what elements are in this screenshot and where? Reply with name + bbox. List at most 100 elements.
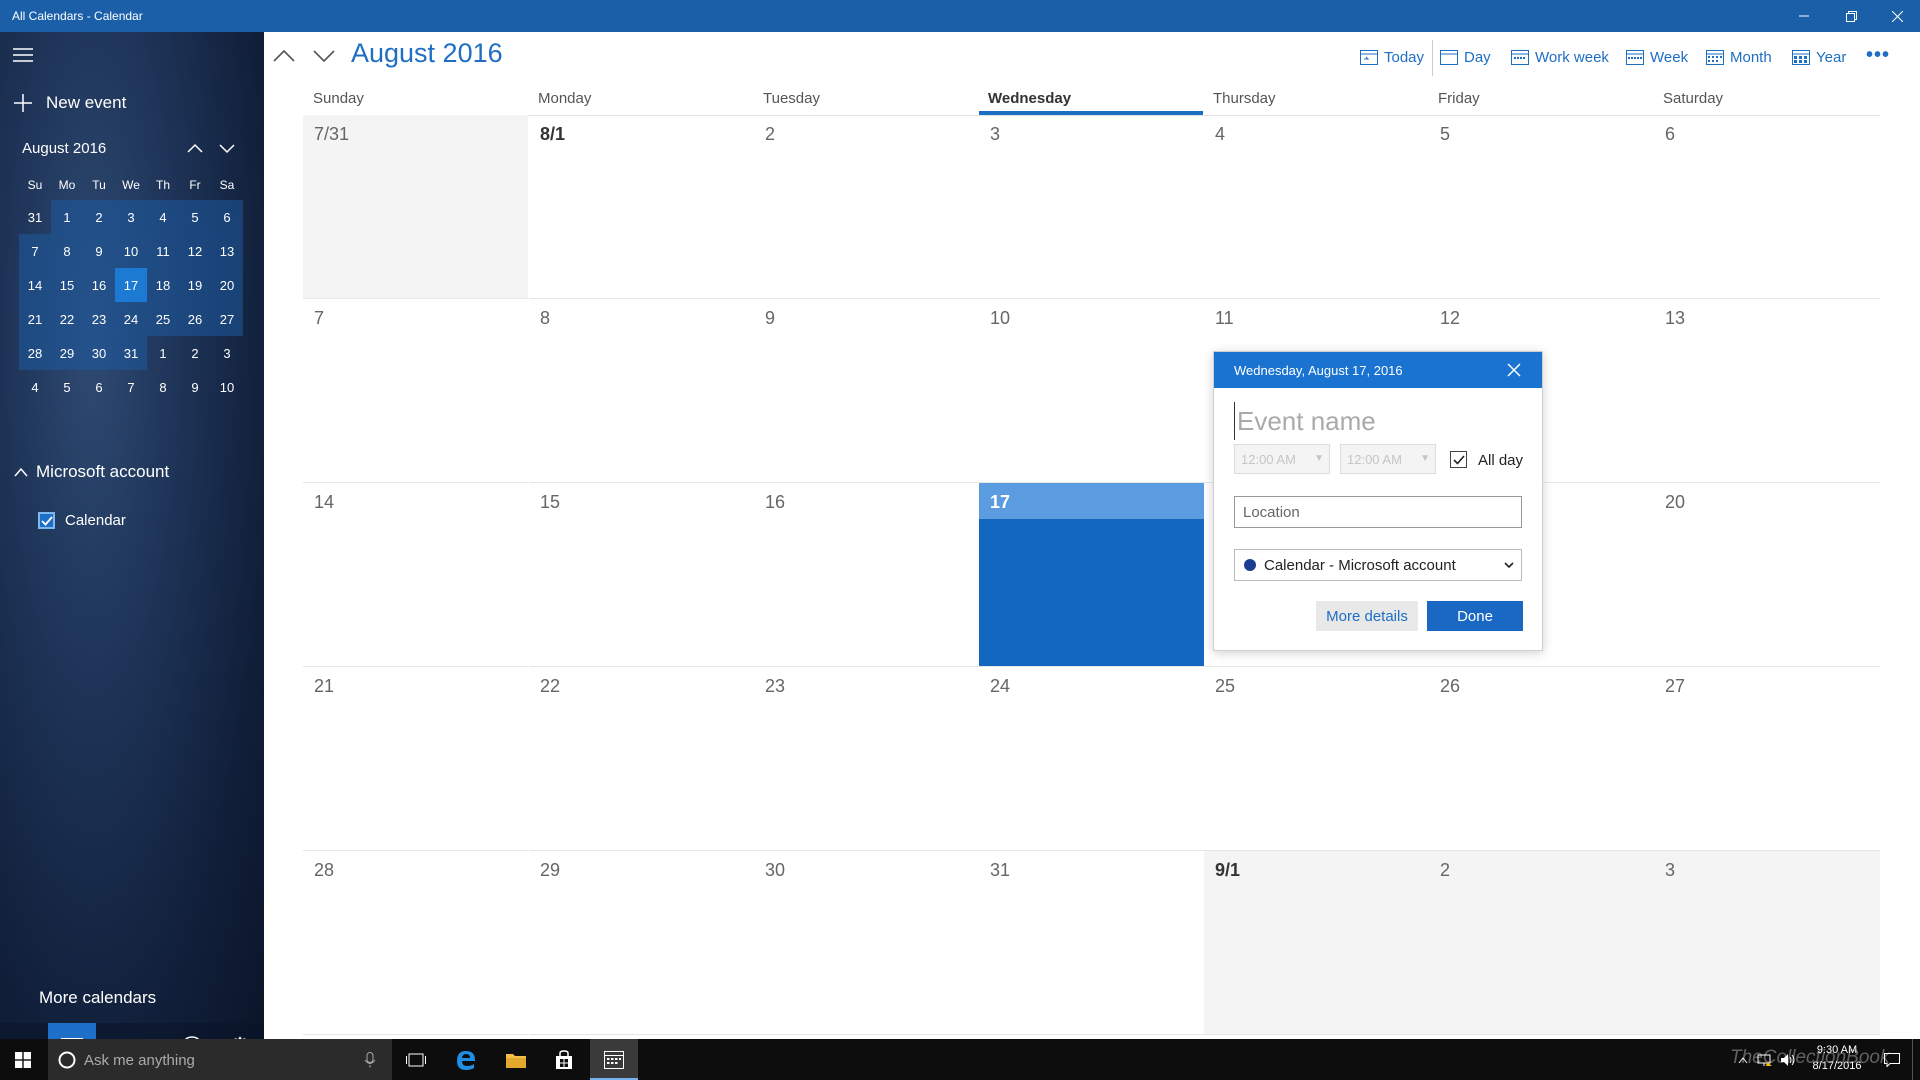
- mini-calendar-day[interactable]: 10: [211, 370, 243, 404]
- mini-calendar-day[interactable]: 2: [83, 200, 115, 234]
- month-day-cell[interactable]: 20: [1654, 483, 1880, 667]
- mini-calendar-day[interactable]: 12: [179, 234, 211, 268]
- more-options-icon[interactable]: •••: [1866, 44, 1890, 67]
- done-button[interactable]: Done: [1427, 601, 1523, 631]
- month-day-cell[interactable]: 2: [1429, 851, 1654, 1035]
- mini-calendar-day[interactable]: 14: [19, 268, 51, 302]
- month-day-cell[interactable]: 7: [303, 299, 528, 483]
- month-day-cell[interactable]: 8: [529, 299, 754, 483]
- mini-calendar-day[interactable]: 5: [179, 200, 211, 234]
- mini-calendar-day[interactable]: 3: [211, 336, 243, 370]
- month-day-cell[interactable]: 5: [1429, 115, 1654, 299]
- action-center-button[interactable]: [1876, 1039, 1908, 1080]
- mini-calendar-day[interactable]: 1: [51, 200, 83, 234]
- mini-calendar-month-label[interactable]: August 2016: [22, 140, 106, 157]
- mini-calendar-day[interactable]: 3: [115, 200, 147, 234]
- mini-calendar-day[interactable]: 17: [115, 268, 147, 302]
- mini-calendar-day[interactable]: 16: [83, 268, 115, 302]
- calendar-list-item[interactable]: Calendar: [38, 512, 126, 529]
- mini-calendar-day[interactable]: 1: [147, 336, 179, 370]
- more-calendars-link[interactable]: More calendars: [39, 988, 156, 1008]
- month-day-cell[interactable]: 31: [979, 851, 1204, 1035]
- mini-calendar-day[interactable]: 21: [19, 302, 51, 336]
- volume-button[interactable]: [1778, 1039, 1798, 1080]
- month-day-cell[interactable]: 23: [754, 667, 979, 851]
- month-day-cell-today[interactable]: 17: [979, 483, 1204, 667]
- mini-calendar-day[interactable]: 5: [51, 370, 83, 404]
- month-day-cell[interactable]: 15: [529, 483, 754, 667]
- store-button[interactable]: [540, 1039, 588, 1080]
- mini-calendar-day[interactable]: 8: [147, 370, 179, 404]
- month-day-cell[interactable]: 27: [1654, 667, 1880, 851]
- week-view-button[interactable]: Week: [1626, 46, 1688, 68]
- month-day-cell[interactable]: 13: [1654, 299, 1880, 483]
- mini-calendar-day[interactable]: 9: [83, 234, 115, 268]
- cortana-search-box[interactable]: Ask me anything: [48, 1039, 392, 1080]
- show-hidden-icons-button[interactable]: [1736, 1039, 1750, 1080]
- month-day-cell[interactable]: 9: [754, 299, 979, 483]
- month-day-cell[interactable]: 14: [303, 483, 528, 667]
- mini-calendar-day[interactable]: 7: [115, 370, 147, 404]
- month-day-cell[interactable]: 8/1: [529, 115, 754, 299]
- mini-calendar-day[interactable]: 9: [179, 370, 211, 404]
- task-view-button[interactable]: [392, 1039, 440, 1080]
- edge-browser-button[interactable]: [442, 1039, 490, 1080]
- mini-calendar-day[interactable]: 8: [51, 234, 83, 268]
- more-details-button[interactable]: More details: [1316, 601, 1418, 631]
- mini-calendar-day[interactable]: 15: [51, 268, 83, 302]
- mini-calendar-day[interactable]: 31: [19, 200, 51, 234]
- mini-calendar-day[interactable]: 26: [179, 302, 211, 336]
- minimize-button[interactable]: [1781, 0, 1827, 32]
- month-day-cell[interactable]: 6: [1654, 115, 1880, 299]
- work-week-view-button[interactable]: Work week: [1511, 46, 1609, 68]
- day-view-button[interactable]: Day: [1440, 46, 1491, 68]
- today-button[interactable]: Today: [1360, 46, 1424, 68]
- mini-calendar-day[interactable]: 28: [19, 336, 51, 370]
- close-button[interactable]: [1874, 0, 1920, 32]
- mini-calendar-day[interactable]: 31: [115, 336, 147, 370]
- mini-calendar-day[interactable]: 6: [83, 370, 115, 404]
- month-day-cell[interactable]: 28: [303, 851, 528, 1035]
- month-view-button[interactable]: Month: [1706, 46, 1772, 68]
- month-day-cell[interactable]: 16: [754, 483, 979, 667]
- mini-calendar-day[interactable]: 30: [83, 336, 115, 370]
- microphone-icon[interactable]: [364, 1052, 376, 1068]
- calendar-select[interactable]: Calendar - Microsoft account: [1234, 549, 1522, 581]
- mini-calendar-day[interactable]: 27: [211, 302, 243, 336]
- mini-calendar-day[interactable]: 13: [211, 234, 243, 268]
- month-day-cell[interactable]: 26: [1429, 667, 1654, 851]
- start-button[interactable]: [0, 1039, 46, 1080]
- mini-calendar-day[interactable]: 19: [179, 268, 211, 302]
- end-time-select[interactable]: 12:00 AM ▼: [1340, 444, 1436, 474]
- month-day-cell[interactable]: 9/1: [1204, 851, 1429, 1035]
- file-explorer-button[interactable]: [492, 1039, 540, 1080]
- mini-calendar-day[interactable]: 25: [147, 302, 179, 336]
- hamburger-menu-icon[interactable]: [13, 48, 33, 62]
- restore-button[interactable]: [1828, 0, 1874, 32]
- mini-calendar-day[interactable]: 10: [115, 234, 147, 268]
- mini-calendar-day[interactable]: 29: [51, 336, 83, 370]
- taskbar-clock[interactable]: 9:30 AM 8/17/2016: [1806, 1042, 1868, 1074]
- mini-calendar-next-icon[interactable]: [216, 138, 238, 158]
- mini-calendar-day[interactable]: 18: [147, 268, 179, 302]
- microsoft-account-toggle[interactable]: Microsoft account: [14, 462, 169, 482]
- all-day-checkbox[interactable]: [1450, 451, 1467, 468]
- month-day-cell[interactable]: 3: [979, 115, 1204, 299]
- new-event-button[interactable]: New event: [14, 88, 126, 118]
- month-day-cell[interactable]: 3: [1654, 851, 1880, 1035]
- close-icon[interactable]: [1506, 362, 1522, 378]
- start-time-select[interactable]: 12:00 AM ▼: [1234, 444, 1330, 474]
- calendar-checkbox[interactable]: [38, 512, 55, 529]
- next-month-icon[interactable]: [310, 44, 338, 68]
- mini-calendar-day[interactable]: 4: [147, 200, 179, 234]
- month-day-cell[interactable]: 29: [529, 851, 754, 1035]
- month-day-cell[interactable]: 24: [979, 667, 1204, 851]
- month-day-cell[interactable]: 7/31: [303, 115, 528, 299]
- calendar-taskbar-button[interactable]: [590, 1039, 638, 1080]
- show-desktop-button[interactable]: [1912, 1039, 1913, 1080]
- location-input[interactable]: [1234, 496, 1522, 528]
- mini-calendar-day[interactable]: 6: [211, 200, 243, 234]
- mini-calendar-day[interactable]: 11: [147, 234, 179, 268]
- previous-month-icon[interactable]: [270, 44, 298, 68]
- month-day-cell[interactable]: 21: [303, 667, 528, 851]
